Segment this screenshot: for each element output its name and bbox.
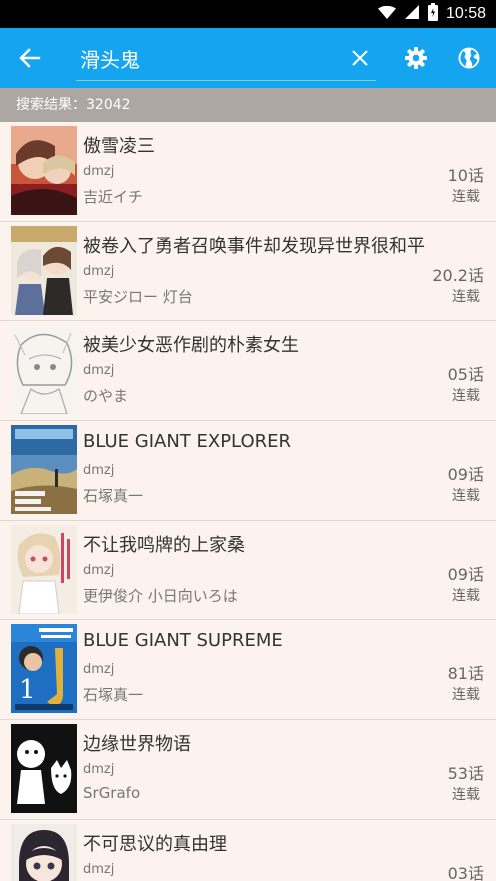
arrow-left-icon (19, 48, 41, 68)
item-chapter-count: 20.2话 (432, 265, 484, 285)
gear-icon (405, 47, 427, 69)
item-title: BLUE GIANT EXPLORER (83, 431, 292, 453)
list-item[interactable]: 被美少女恶作剧的朴素女生 dmzj のやま 05话 连载 (0, 321, 496, 422)
signal-icon (404, 4, 420, 24)
item-status: 连载 (452, 687, 480, 704)
cover-image (11, 425, 77, 515)
status-bar: 10:58 (0, 0, 496, 28)
item-title: 不让我鸣牌的上家桑 (83, 534, 245, 556)
list-item[interactable]: 1 BLUE GIANT SUPREME dmzj 石塚真一 81话 连载 (0, 620, 496, 721)
item-author: 吉近イチ (83, 188, 144, 206)
item-source: dmzj (83, 662, 115, 678)
item-status: 连载 (452, 787, 480, 804)
cover-image: 1 (11, 624, 77, 714)
wifi-icon (377, 5, 396, 24)
cover-image (11, 225, 77, 315)
svg-text:1: 1 (19, 675, 36, 705)
list-item[interactable]: 不让我鸣牌的上家桑 dmzj 更伊俊介 小日向いろは 09话 连载 (0, 520, 496, 621)
item-source: dmzj (83, 762, 115, 778)
cover-image (11, 823, 77, 881)
list-item[interactable]: 被卷入了勇者召唤事件却发现异世界很和平 dmzj 平安ジロー 灯台 20.2话 … (0, 221, 496, 322)
globe-icon (458, 47, 480, 69)
item-author: のやま (83, 387, 129, 406)
item-source: dmzj (83, 263, 115, 279)
clear-button[interactable] (344, 42, 376, 74)
item-status: 连载 (452, 388, 480, 405)
item-source: dmzj (83, 463, 115, 479)
close-icon (352, 50, 368, 66)
cover-image (11, 724, 77, 814)
back-button[interactable] (14, 43, 46, 73)
item-author: 石塚真一 (83, 686, 144, 705)
item-author: SrGrafo (83, 784, 141, 803)
item-author: 更伊俊介 小日向いろは (83, 586, 238, 605)
cover-image (11, 524, 77, 614)
list-item[interactable]: 不可思议的真由理 dmzj 03话 (0, 819, 496, 881)
source-button[interactable] (453, 42, 485, 74)
result-list[interactable]: 傲雪凌三 dmzj 吉近イチ 10话 连载 被卷入了勇者召唤事件却发现异世界很和… (0, 122, 496, 881)
item-author: 石塚真一 (83, 487, 144, 506)
battery-icon (427, 3, 438, 25)
item-chapter-count: 10话 (447, 166, 484, 185)
item-chapter-count: 81话 (447, 664, 484, 684)
item-chapter-count: 03话 (447, 863, 484, 881)
search-input[interactable] (80, 42, 340, 74)
item-status: 连载 (452, 488, 480, 505)
item-title: 被美少女恶作剧的朴素女生 (83, 335, 299, 357)
toolbar (0, 28, 496, 88)
item-title: 被卷入了勇者召唤事件却发现异世界很和平 (83, 235, 425, 257)
cover-image (11, 126, 77, 215)
item-title: 边缘世界物语 (83, 734, 191, 756)
item-chapter-count: 05话 (447, 365, 484, 385)
list-item[interactable]: 傲雪凌三 dmzj 吉近イチ 10话 连载 (0, 122, 496, 222)
item-chapter-count: 09话 (447, 564, 484, 584)
item-author: 平安ジロー 灯台 (83, 287, 193, 306)
search-result-count: 搜索结果：32042 (0, 88, 496, 122)
item-title: 不可思议的真由理 (83, 833, 227, 855)
item-status: 连载 (452, 288, 480, 305)
item-source: dmzj (83, 164, 115, 179)
cover-image (11, 325, 77, 415)
list-item[interactable]: 边缘世界物语 dmzj SrGrafo 53话 连载 (0, 720, 496, 820)
item-title: 傲雪凌三 (83, 136, 155, 157)
list-item[interactable]: BLUE GIANT EXPLORER dmzj 石塚真一 09话 连载 (0, 421, 496, 521)
item-source: dmzj (83, 363, 115, 379)
item-source: dmzj (83, 562, 115, 578)
item-source: dmzj (83, 861, 115, 877)
item-title: BLUE GIANT SUPREME (83, 630, 283, 652)
item-chapter-count: 53话 (447, 764, 484, 784)
item-status: 连载 (452, 189, 480, 205)
item-chapter-count: 09话 (447, 465, 484, 485)
item-status: 连载 (452, 587, 480, 604)
search-underline (76, 80, 376, 81)
settings-button[interactable] (400, 42, 432, 74)
clock: 10:58 (445, 5, 486, 22)
status-icons: 10:58 (377, 0, 486, 28)
